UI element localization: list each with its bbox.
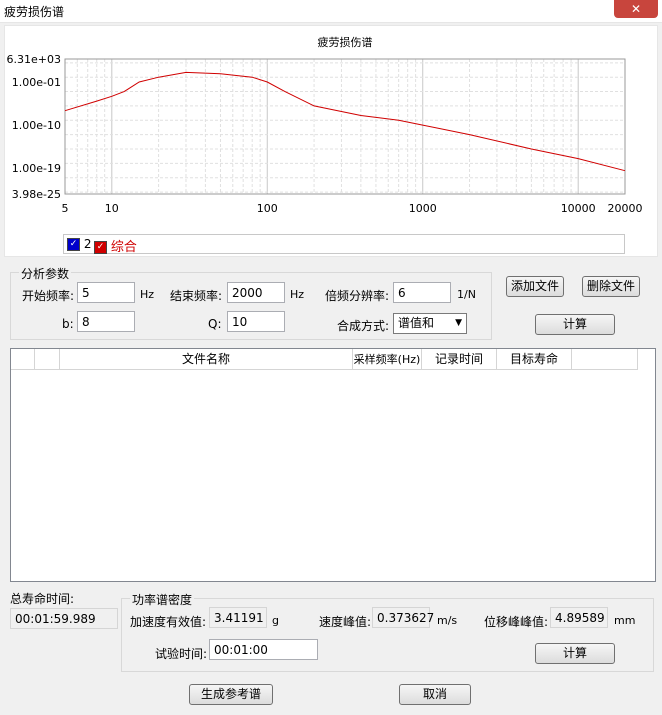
x-tick-label: 10000 [561, 202, 596, 215]
col-target-life[interactable]: 目标寿命 [497, 349, 572, 370]
table-header-blank [11, 349, 35, 370]
y-tick-label: 1.00e-19 [12, 162, 61, 175]
vel-label: 速度峰值: [319, 615, 372, 629]
acc-value: 3.41191 [209, 607, 267, 628]
gen-reference-button[interactable]: 生成参考谱 [189, 684, 273, 705]
group-label: 功率谱密度 [130, 591, 195, 608]
close-button[interactable]: ✕ [614, 0, 658, 18]
compute-button[interactable]: 计算 [535, 314, 615, 335]
oct-res-label: 倍频分辨率: [325, 289, 390, 303]
chart-legend: ✓ 2 ✓ 综合 [63, 234, 625, 255]
col-file-name[interactable]: 文件名称 [60, 349, 353, 370]
q-input[interactable]: 10 [227, 311, 285, 332]
b-label: b: [62, 317, 74, 331]
close-icon: ✕ [630, 2, 642, 16]
series-line [64, 71, 626, 172]
table-header-filler [572, 349, 638, 370]
checkbox-icon[interactable]: ✓ [67, 238, 80, 251]
group-label: 分析参数 [19, 265, 72, 282]
chevron-down-icon: ▼ [455, 318, 462, 328]
col-record-time[interactable]: 记录时间 [422, 349, 497, 370]
cancel-button[interactable]: 取消 [399, 684, 471, 705]
vel-value: 0.373627 [372, 607, 434, 628]
total-life-label: 总寿命时间: [10, 592, 75, 606]
start-freq-label: 开始频率: [22, 289, 75, 303]
x-tick-label: 5 [62, 202, 69, 215]
vel-unit: m/s [437, 614, 458, 627]
disp-unit: mm [614, 614, 636, 627]
combine-select[interactable]: 谱值和 ▼ [393, 313, 467, 334]
end-freq-input[interactable]: 2000 [227, 282, 285, 303]
legend-label: 2 [83, 237, 92, 251]
disp-label: 位移峰峰值: [484, 615, 549, 629]
combine-value: 谱值和 [398, 316, 435, 330]
start-freq-unit: Hz [140, 288, 155, 301]
total-life-value: 00:01:59.989 [10, 608, 118, 629]
add-file-button[interactable]: 添加文件 [506, 276, 564, 297]
legend-item-2[interactable]: ✓ 2 [67, 237, 91, 251]
file-table[interactable]: 文件名称 采样频率(Hz) 记录时间 目标寿命 [10, 348, 656, 582]
test-time-input[interactable]: 00:01:00 [209, 639, 318, 660]
end-freq-unit: Hz [290, 288, 305, 301]
damage-spectrum-chart: 疲劳损伤谱 6.31e+03 1.00e-01 1.00e-10 1.00e-19 3.9… [7, 35, 643, 215]
x-tick-label: 1000 [409, 202, 437, 215]
oct-res-unit: 1/N [457, 288, 476, 301]
title-bar: 疲劳损伤谱 ✕ [0, 0, 662, 23]
acc-label: 加速度有效值: [130, 615, 207, 629]
x-tick-label: 10 [105, 202, 119, 215]
x-tick-label: 100 [257, 202, 278, 215]
y-tick-label: 6.31e+03 [7, 53, 61, 66]
combine-label: 合成方式: [337, 319, 390, 333]
checkbox-icon[interactable]: ✓ [94, 241, 107, 254]
acc-unit: g [272, 614, 279, 627]
y-tick-label: 1.00e-01 [12, 76, 61, 89]
x-tick-label: 20000 [608, 202, 643, 215]
compute-psd-button[interactable]: 计算 [535, 643, 615, 664]
start-freq-input[interactable]: 5 [77, 282, 135, 303]
oct-res-input[interactable]: 6 [393, 282, 451, 303]
q-label: Q: [208, 317, 222, 331]
y-tick-label: 3.98e-25 [12, 188, 61, 201]
legend-label: 综合 [110, 240, 137, 255]
legend-item-combined[interactable]: ✓ 综合 [94, 236, 137, 255]
end-freq-label: 结束频率: [170, 289, 223, 303]
chart-title: 疲劳损伤谱 [318, 35, 373, 49]
delete-file-button[interactable]: 删除文件 [582, 276, 640, 297]
test-time-label: 试验时间: [155, 647, 208, 661]
chart-panel: 疲劳损伤谱 6.31e+03 1.00e-01 1.00e-10 1.00e-19 3.9… [4, 25, 658, 257]
b-input[interactable]: 8 [77, 311, 135, 332]
disp-value: 4.89589 [550, 607, 608, 628]
window-title: 疲劳损伤谱 [4, 5, 65, 19]
y-tick-label: 1.00e-10 [12, 119, 61, 132]
table-header-check [35, 349, 60, 370]
col-sample-rate[interactable]: 采样频率(Hz) [353, 349, 422, 370]
